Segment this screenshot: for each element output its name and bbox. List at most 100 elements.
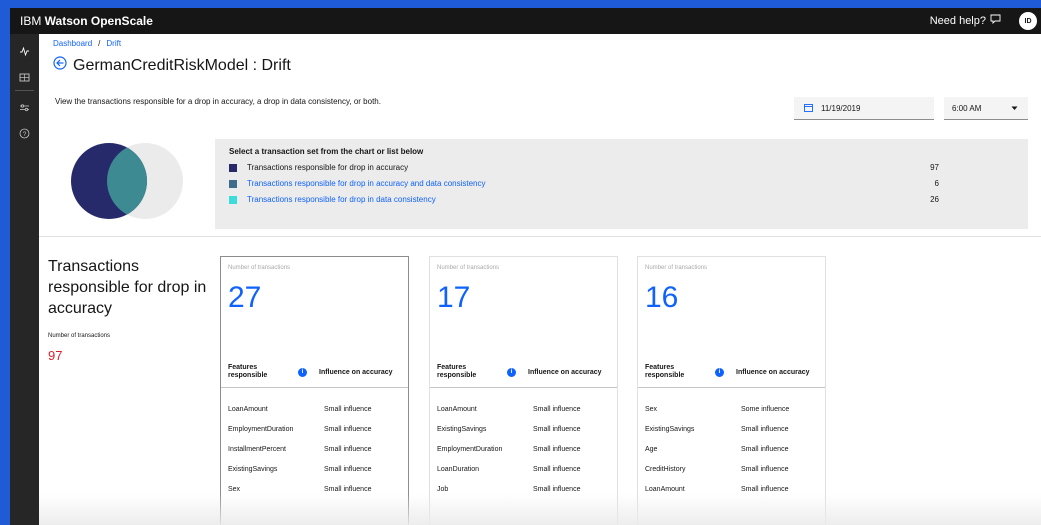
feature-name: EmploymentDuration [228,426,294,433]
features-header: Features responsible [437,364,477,379]
influence-value: Small influence [533,406,581,413]
table-row: Sex Small influence [228,486,403,493]
transaction-set-selector: Select a transaction set from the chart … [215,139,1028,229]
information-icon[interactable]: i [507,367,516,377]
feature-name: LoanAmount [437,406,477,413]
selector-item-accuracy-and-consistency[interactable]: Transactions responsible for drop in acc… [229,177,939,190]
information-icon[interactable]: i [298,367,307,377]
influence-value: Small influence [533,466,581,473]
influence-value: Small influence [741,426,789,433]
card-header-divider [430,387,617,388]
features-header: Features responsible [645,364,685,379]
legend-swatch-consistency [229,195,237,204]
influence-value: Small influence [324,426,372,433]
card-table-header: Features responsible i Influence on accu… [437,357,612,387]
table-row: Age Small influence [645,446,820,453]
breadcrumb-separator: / [98,39,101,48]
section-divider [39,236,1041,237]
card-title: Number of transactions [228,265,291,271]
selector-item-consistency[interactable]: Transactions responsible for drop in dat… [229,193,939,206]
feature-name: LoanDuration [437,466,480,473]
venn-diagram[interactable] [67,142,187,220]
table-row: LoanAmount Small influence [228,406,403,413]
table-row: EmploymentDuration Small influence [437,446,612,453]
table-row: InstallmentPercent Small influence [228,446,403,453]
help-label: Need help? [929,15,986,27]
table-row: ExistingSavings Small influence [228,466,403,473]
feature-name: EmploymentDuration [437,446,503,453]
breadcrumb-dashboard[interactable]: Dashboard [53,39,92,48]
feature-name: ExistingSavings [437,426,487,433]
page-title-row: GermanCreditRiskModel : Drift [53,56,291,75]
selector-item-label: Transactions responsible for drop in acc… [247,163,409,172]
brand-prefix: IBM [20,14,45,28]
influence-value: Small influence [741,466,789,473]
selector-item-accuracy[interactable]: Transactions responsible for drop in acc… [229,161,939,174]
card-table-header: Features responsible i Influence on accu… [645,357,820,387]
influence-header: Influence on accuracy [528,368,602,376]
summary-count: 97 [48,348,63,363]
help-icon[interactable]: ? [10,120,39,146]
influence-value: Small influence [324,446,372,453]
bottom-fade-overlay [39,494,1041,525]
card-title: Number of transactions [645,265,708,271]
influence-value: Small influence [324,406,372,413]
brand-name: Watson OpenScale [44,14,153,28]
selector-item-label: Transactions responsible for drop in dat… [247,195,436,204]
main-content: Dashboard / Drift GermanCreditRiskModel … [39,34,1041,525]
breadcrumb-drift[interactable]: Drift [106,39,121,48]
avatar[interactable]: ID [1019,12,1037,30]
feature-name: Age [645,446,658,453]
selector-item-label: Transactions responsible for drop in acc… [247,179,486,188]
settings-adjust-icon[interactable] [10,94,39,120]
influence-value: Some influence [741,406,790,413]
feature-name: Job [437,486,449,493]
table-icon[interactable] [10,64,39,90]
features-header: Features responsible [228,364,268,379]
legend-swatch-both [229,179,237,188]
information-icon[interactable]: i [715,367,724,377]
transaction-group-card[interactable]: Number of transactions 27 Features respo… [220,256,409,525]
feature-name: LoanAmount [228,406,268,413]
influence-value: Small influence [741,486,789,493]
card-title: Number of transactions [437,265,500,271]
app-brand[interactable]: IBM Watson OpenScale [20,8,153,34]
table-row: LoanAmount Small influence [437,406,612,413]
date-value: 11/19/2019 [821,103,861,113]
top-bar: IBM Watson OpenScale Need help? ID [10,8,1041,34]
feature-name: CreditHistory [645,466,686,473]
card-header-divider [221,387,408,388]
feature-name: LoanAmount [645,486,685,493]
influence-header: Influence on accuracy [319,368,393,376]
need-help-link[interactable]: Need help? [930,8,1001,34]
card-count: 16 [645,281,679,314]
chat-help-icon [990,8,1001,34]
back-arrow-icon[interactable] [53,56,67,75]
feature-name: InstallmentPercent [228,446,286,453]
table-row: ExistingSavings Small influence [645,426,820,433]
influence-header: Influence on accuracy [736,368,810,376]
table-row: CreditHistory Small influence [645,466,820,473]
page-title: GermanCreditRiskModel : Drift [73,56,291,74]
table-row: EmploymentDuration Small influence [228,426,403,433]
page-description: View the transactions responsible for a … [55,97,381,106]
legend-swatch-accuracy [229,163,237,172]
selector-heading: Select a transaction set from the chart … [229,147,424,156]
influence-value: Small influence [533,426,581,433]
selector-item-count: 6 [934,179,939,188]
table-row: Job Small influence [437,486,612,493]
card-header-divider [638,387,825,388]
influence-value: Small influence [324,486,372,493]
influence-value: Small influence [533,446,581,453]
transaction-group-card[interactable]: Number of transactions 17 Features respo… [429,256,618,525]
selector-item-count: 26 [930,195,939,204]
card-count: 17 [437,281,471,314]
summary-sublabel: Number of transactions [48,333,111,339]
calendar-icon [804,103,813,114]
time-select[interactable]: 6:00 AM [944,97,1028,120]
side-nav: ? [10,34,39,525]
date-picker[interactable]: 11/19/2019 [794,97,934,120]
card-count: 27 [228,281,262,314]
transaction-group-card[interactable]: Number of transactions 16 Features respo… [637,256,826,525]
activity-icon[interactable] [10,38,39,64]
